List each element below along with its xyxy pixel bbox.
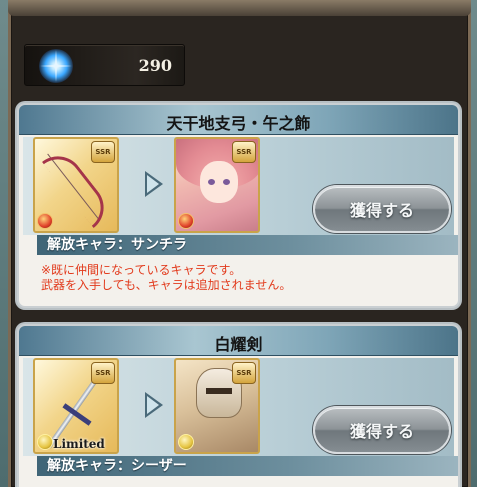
rarity-badge: SSR — [91, 362, 115, 384]
no-character-added-note: 武器を入手しても、キャラは追加されません。 — [41, 278, 292, 292]
already-owned-note: ※既に仲間になっているキャラです。 — [41, 263, 242, 277]
fire-element-icon — [178, 213, 194, 229]
weapon-thumbnail: SSR Limited — [33, 358, 119, 454]
light-element-icon — [178, 434, 194, 450]
crystal-icon — [39, 49, 73, 83]
dialog-top-trim — [8, 0, 471, 16]
obtain-button[interactable]: 獲得する — [313, 406, 451, 454]
unlock-character-label: 解放キャラ：サンチラ — [37, 235, 458, 255]
rarity-badge: SSR — [232, 362, 256, 384]
weapon-title: 白耀剣 — [214, 335, 263, 354]
card-body: SSR Limited SSR 獲得する — [23, 358, 454, 456]
unlock-character-label: 解放キャラ：シーザー — [37, 456, 458, 476]
card-header: 白耀剣 — [19, 326, 458, 356]
weapon-thumbnail: SSR — [33, 137, 119, 233]
character-portrait-icon — [200, 161, 238, 203]
arrow-right-icon — [145, 392, 163, 418]
rarity-badge: SSR — [91, 141, 115, 163]
character-thumbnail: SSR — [174, 137, 260, 233]
obtain-button[interactable]: 獲得する — [313, 185, 451, 233]
helmet-visor — [206, 388, 232, 394]
light-element-icon — [37, 434, 53, 450]
limited-badge: Limited — [53, 437, 105, 451]
fire-element-icon — [37, 213, 53, 229]
weapon-title: 天干地支弓・午之飾 — [166, 114, 311, 133]
arrow-right-icon — [145, 171, 163, 197]
card-header: 天干地支弓・午之飾 — [19, 105, 458, 135]
rarity-badge: SSR — [232, 141, 256, 163]
crystal-balance: 290 — [24, 44, 185, 86]
card-body: SSR SSR 獲得する — [23, 137, 454, 235]
crystal-amount: 290 — [138, 56, 172, 75]
weapon-card: 白耀剣 SSR Limited SSR 獲得する 解放キャラ：シーザー — [17, 324, 460, 487]
character-thumbnail: SSR — [174, 358, 260, 454]
weapon-card: 天干地支弓・午之飾 SSR SSR 獲得する 解放キャラ：サンチラ ※既に仲間に… — [17, 103, 460, 308]
